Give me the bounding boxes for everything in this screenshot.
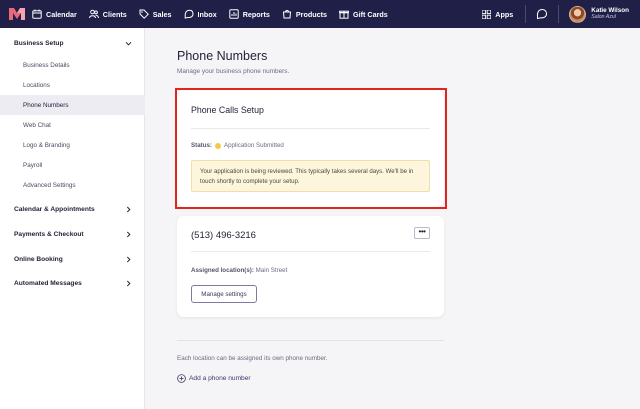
- nav-clients[interactable]: Clients: [88, 0, 127, 28]
- assigned-locations: Assigned location(s): Main Street: [191, 267, 287, 274]
- user-menu[interactable]: Katie Wilson Salon Azul: [591, 7, 629, 20]
- phone-calls-setup-card: Phone Calls Setup Status: Application Su…: [177, 90, 444, 207]
- sidebar-item-label: Phone Numbers: [23, 101, 69, 109]
- nav-calendar[interactable]: Calendar: [32, 0, 77, 28]
- footer-note: Each location can be assigned its own ph…: [177, 355, 328, 362]
- products-icon: [282, 10, 291, 19]
- nav-products-label: Products: [295, 9, 328, 19]
- nav-sales-label: Sales: [152, 9, 172, 19]
- nav-gift-cards-label: Gift Cards: [353, 9, 388, 19]
- sidebar-section-label: Online Booking: [14, 256, 63, 263]
- setup-card-title: Phone Calls Setup: [191, 105, 264, 115]
- ellipsis-icon: •••: [418, 226, 426, 236]
- gift-icon: [339, 10, 349, 19]
- sidebar-section-label: Calendar & Appointments: [14, 206, 95, 213]
- inbox-icon: [184, 9, 194, 19]
- sidebar-section-online-booking[interactable]: Online Booking: [14, 256, 132, 263]
- sidebar-item-payroll[interactable]: Payroll: [0, 155, 145, 175]
- top-nav: Calendar Clients Sales Inbox Reports Pro…: [0, 0, 640, 28]
- sidebar-item-label: Locations: [23, 81, 50, 89]
- calendar-icon: [32, 9, 42, 19]
- chevron-right-icon: [126, 256, 131, 263]
- assigned-label: Assigned location(s):: [191, 267, 254, 274]
- phone-number-card: (513) 496-3216 ••• Assigned location(s):…: [177, 216, 444, 317]
- sidebar-section-calendar-appointments[interactable]: Calendar & Appointments: [14, 206, 132, 213]
- manage-settings-button[interactable]: Manage settings: [191, 285, 257, 303]
- reports-icon: [229, 9, 239, 19]
- chevron-down-icon: [125, 41, 132, 46]
- sidebar-item-logo-branding[interactable]: Logo & Branding: [0, 135, 145, 155]
- nav-sales[interactable]: Sales: [139, 0, 172, 28]
- nav-gift-cards[interactable]: Gift Cards: [339, 0, 388, 28]
- sidebar-item-label: Advanced Settings: [23, 181, 76, 189]
- user-business: Salon Azul: [591, 13, 616, 20]
- status-value: Application Submitted: [223, 142, 284, 149]
- sidebar-item-phone-numbers[interactable]: Phone Numbers: [0, 95, 145, 115]
- chevron-right-icon: [126, 280, 131, 287]
- grid-icon: [482, 9, 492, 19]
- add-phone-number-label: Add a phone number: [189, 375, 251, 382]
- card-divider: [191, 128, 430, 129]
- chevron-right-icon: [126, 206, 131, 213]
- sidebar: Business Setup Business Details Location…: [0, 28, 145, 409]
- sidebar-item-locations[interactable]: Locations: [0, 75, 145, 95]
- add-phone-number-link[interactable]: Add a phone number: [177, 374, 251, 383]
- nav-divider-2: [558, 5, 560, 23]
- sidebar-section-label: Automated Messages: [14, 280, 82, 287]
- sidebar-item-label: Payroll: [23, 161, 43, 169]
- chevron-right-icon: [126, 231, 131, 238]
- clients-icon: [88, 9, 99, 19]
- section-divider: [177, 340, 444, 341]
- card-divider: [191, 251, 430, 252]
- more-options-button[interactable]: •••: [414, 227, 430, 239]
- status-dot: [214, 142, 221, 149]
- tag-icon: [139, 9, 149, 19]
- page-title: Phone Numbers: [177, 49, 268, 63]
- page-subtitle: Manage your business phone numbers.: [177, 68, 290, 75]
- review-notice: Your application is being reviewed. This…: [191, 160, 430, 192]
- sidebar-section-label: Business Setup: [14, 40, 64, 47]
- nav-clients-label: Clients: [102, 9, 127, 19]
- apps-button[interactable]: Apps: [482, 9, 514, 19]
- nav-inbox[interactable]: Inbox: [184, 0, 217, 28]
- app-logo[interactable]: [9, 7, 25, 21]
- sidebar-item-web-chat[interactable]: Web Chat: [0, 115, 145, 135]
- avatar[interactable]: [569, 5, 587, 23]
- assigned-value: Main Street: [255, 267, 288, 274]
- nav-reports-label: Reports: [242, 9, 270, 19]
- sidebar-section-payments-checkout[interactable]: Payments & Checkout: [14, 231, 132, 238]
- nav-calendar-label: Calendar: [46, 9, 77, 19]
- sidebar-item-advanced-settings[interactable]: Advanced Settings: [0, 175, 145, 195]
- apps-label: Apps: [495, 9, 514, 19]
- nav-inbox-label: Inbox: [197, 9, 217, 19]
- sidebar-item-label: Web Chat: [23, 121, 51, 129]
- status-label: Status:: [191, 142, 212, 149]
- sidebar-section-automated-messages[interactable]: Automated Messages: [14, 280, 132, 287]
- sidebar-section-label: Payments & Checkout: [14, 231, 84, 238]
- nav-reports[interactable]: Reports: [229, 0, 270, 28]
- nav-right: Apps Katie Wilson Salon Azul: [482, 0, 640, 28]
- chat-icon[interactable]: [536, 8, 548, 20]
- sidebar-section-business-setup[interactable]: Business Setup: [14, 40, 132, 47]
- status-row: Status: Application Submitted: [191, 142, 284, 149]
- sidebar-item-label: Logo & Branding: [23, 141, 70, 149]
- nav-products[interactable]: Products: [282, 0, 327, 28]
- sidebar-item-business-details[interactable]: Business Details: [0, 55, 145, 75]
- plus-circle-icon: [177, 374, 186, 383]
- phone-number: (513) 496-3216: [191, 230, 256, 241]
- nav-divider: [525, 5, 527, 23]
- sidebar-item-label: Business Details: [23, 61, 70, 69]
